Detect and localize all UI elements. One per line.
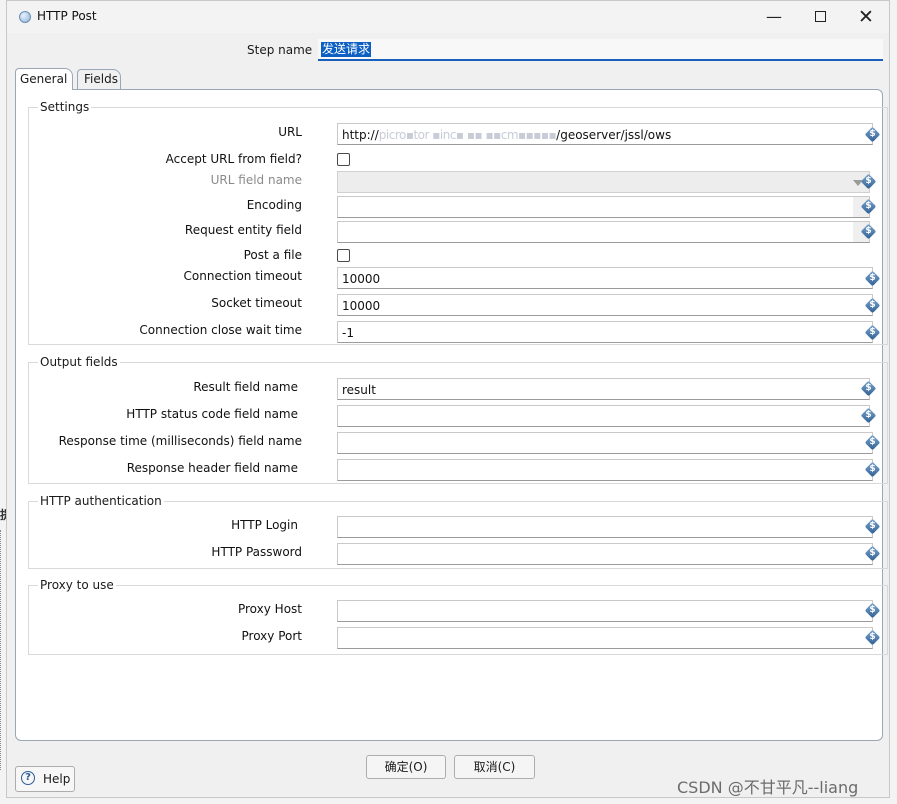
http-login-input[interactable] bbox=[337, 516, 873, 538]
tab-general[interactable]: General bbox=[15, 68, 73, 90]
close-button[interactable]: ✕ bbox=[849, 5, 883, 29]
result-field-name-input[interactable]: result bbox=[337, 378, 870, 400]
socket-timeout-variable-icon[interactable]: $ bbox=[864, 297, 881, 314]
proxy-port-variable-icon[interactable]: $ bbox=[864, 629, 881, 646]
response-header-label: Response header field name bbox=[126, 461, 298, 475]
request-entity-field-label: Request entity field bbox=[184, 223, 302, 237]
url-input[interactable]: http://picro▪tor ▪inc▪ ▪▪ ▪▪cm▪▪▪▪▪/geos… bbox=[337, 123, 873, 145]
proxy-group-title: Proxy to use bbox=[38, 578, 116, 592]
connection-close-wait-variable-icon[interactable]: $ bbox=[864, 324, 881, 341]
cancel-button[interactable]: 取消(C) bbox=[454, 755, 535, 779]
socket-timeout-label: Socket timeout bbox=[211, 296, 302, 310]
minimize-button[interactable]: — bbox=[757, 5, 791, 29]
connection-timeout-label: Connection timeout bbox=[183, 269, 302, 283]
watermark: CSDN @不甘平凡--liang bbox=[677, 778, 859, 797]
encoding-label: Encoding bbox=[246, 198, 302, 212]
output-fields-group-title: Output fields bbox=[38, 355, 120, 369]
accept-url-from-field-label: Accept URL from field? bbox=[165, 152, 302, 166]
settings-group-title: Settings bbox=[38, 100, 92, 114]
socket-timeout-input[interactable]: 10000 bbox=[337, 294, 873, 316]
result-field-variable-icon[interactable]: $ bbox=[860, 380, 877, 397]
connection-close-wait-input[interactable]: -1 bbox=[337, 321, 873, 343]
http-status-variable-icon[interactable]: $ bbox=[860, 407, 877, 424]
proxy-host-label: Proxy Host bbox=[237, 602, 302, 616]
maximize-icon bbox=[814, 10, 826, 22]
result-field-name-label: Result field name bbox=[193, 380, 298, 394]
post-a-file-label: Post a file bbox=[243, 248, 302, 262]
url-field-name-combo[interactable] bbox=[337, 171, 870, 193]
connection-timeout-variable-icon[interactable]: $ bbox=[864, 270, 881, 287]
help-label: Help bbox=[43, 772, 71, 786]
http-password-input[interactable] bbox=[337, 543, 873, 565]
tab-fields-label: Fields bbox=[84, 72, 118, 86]
response-time-label: Response time (milliseconds) field name bbox=[58, 434, 302, 448]
tab-general-label: General bbox=[20, 72, 68, 86]
maximize-button[interactable] bbox=[803, 5, 837, 29]
window-title: HTTP Post bbox=[37, 9, 97, 23]
response-time-variable-icon[interactable]: $ bbox=[864, 434, 881, 451]
url-variable-icon[interactable]: $ bbox=[864, 126, 881, 143]
http-password-variable-icon[interactable]: $ bbox=[864, 545, 881, 562]
general-tab-panel: Settings URL http://picro▪tor ▪inc▪ ▪▪ ▪… bbox=[15, 89, 888, 741]
http-status-code-input[interactable] bbox=[337, 405, 870, 427]
url-field-name-label: URL field name bbox=[210, 173, 302, 187]
url-label: URL bbox=[278, 125, 302, 139]
http-password-label: HTTP Password bbox=[211, 545, 302, 559]
help-icon: ? bbox=[21, 771, 35, 785]
http-login-label: HTTP Login bbox=[231, 518, 298, 532]
step-name-label: Step name bbox=[247, 43, 313, 57]
url-field-name-variable-icon[interactable]: $ bbox=[860, 173, 877, 190]
app-globe-icon bbox=[19, 11, 31, 23]
ok-button[interactable]: 确定(O) bbox=[366, 755, 446, 779]
http-login-variable-icon[interactable]: $ bbox=[864, 518, 881, 535]
proxy-port-label: Proxy Port bbox=[241, 629, 302, 643]
http-status-code-label: HTTP status code field name bbox=[126, 407, 298, 421]
proxy-port-input[interactable] bbox=[337, 627, 873, 649]
help-button[interactable]: ? Help bbox=[15, 766, 75, 792]
request-entity-field-combo[interactable] bbox=[337, 221, 870, 243]
url-obscured-host: picro▪tor ▪inc▪ ▪▪ ▪▪cm▪▪▪▪▪ bbox=[378, 128, 557, 142]
encoding-combo[interactable] bbox=[337, 196, 870, 218]
accept-url-from-field-checkbox[interactable] bbox=[337, 153, 350, 166]
http-authentication-group-title: HTTP authentication bbox=[38, 494, 164, 508]
encoding-variable-icon[interactable]: $ bbox=[860, 198, 877, 215]
background-window-edge bbox=[0, 530, 3, 770]
tab-fields[interactable]: Fields bbox=[77, 69, 121, 89]
step-name-input[interactable]: 发送请求 bbox=[318, 39, 883, 61]
response-time-input[interactable] bbox=[337, 432, 873, 454]
connection-close-wait-label: Connection close wait time bbox=[139, 323, 302, 337]
connection-timeout-input[interactable]: 10000 bbox=[337, 267, 873, 289]
dialog-window: HTTP Post — ✕ Step name 发送请求 General Fie… bbox=[6, 0, 890, 798]
proxy-host-input[interactable] bbox=[337, 600, 873, 622]
request-entity-variable-icon[interactable]: $ bbox=[860, 223, 877, 240]
url-prefix: http:// bbox=[342, 128, 379, 142]
response-header-input[interactable] bbox=[337, 459, 873, 481]
url-path: /geoserver/jssl/ows bbox=[556, 128, 672, 142]
proxy-host-variable-icon[interactable]: $ bbox=[864, 602, 881, 619]
title-bar: HTTP Post — ✕ bbox=[7, 1, 889, 33]
step-name-value: 发送请求 bbox=[321, 42, 372, 57]
post-a-file-checkbox[interactable] bbox=[337, 249, 350, 262]
response-header-variable-icon[interactable]: $ bbox=[864, 461, 881, 478]
